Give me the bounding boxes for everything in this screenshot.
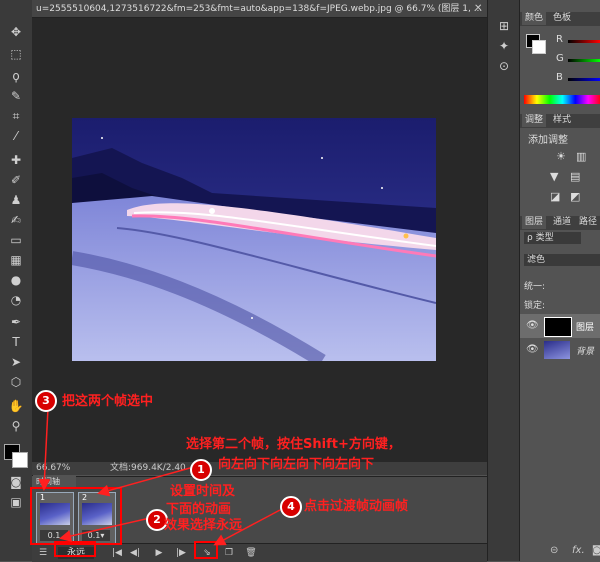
step-4-text: 点击过渡帧动画帧 [304, 499, 409, 514]
step-4-badge: 4 [280, 496, 302, 518]
step-3-text: 把这两个帧选中 [62, 394, 154, 409]
step-1-text: 选择第二个帧，按住Shift+方向键， [186, 437, 401, 452]
step-2-text-2: 下面的动画 [166, 502, 232, 517]
annotation-arrows [38, 407, 281, 546]
step-3-badge: 3 [35, 390, 57, 412]
step-1-text-2: 向左向下向左向下向左向下 [218, 457, 375, 472]
step-2-text-3: 效果选择永远 [164, 518, 243, 533]
step-2-text: 设置时间及 [170, 484, 236, 499]
step-1-badge: 1 [190, 459, 212, 481]
